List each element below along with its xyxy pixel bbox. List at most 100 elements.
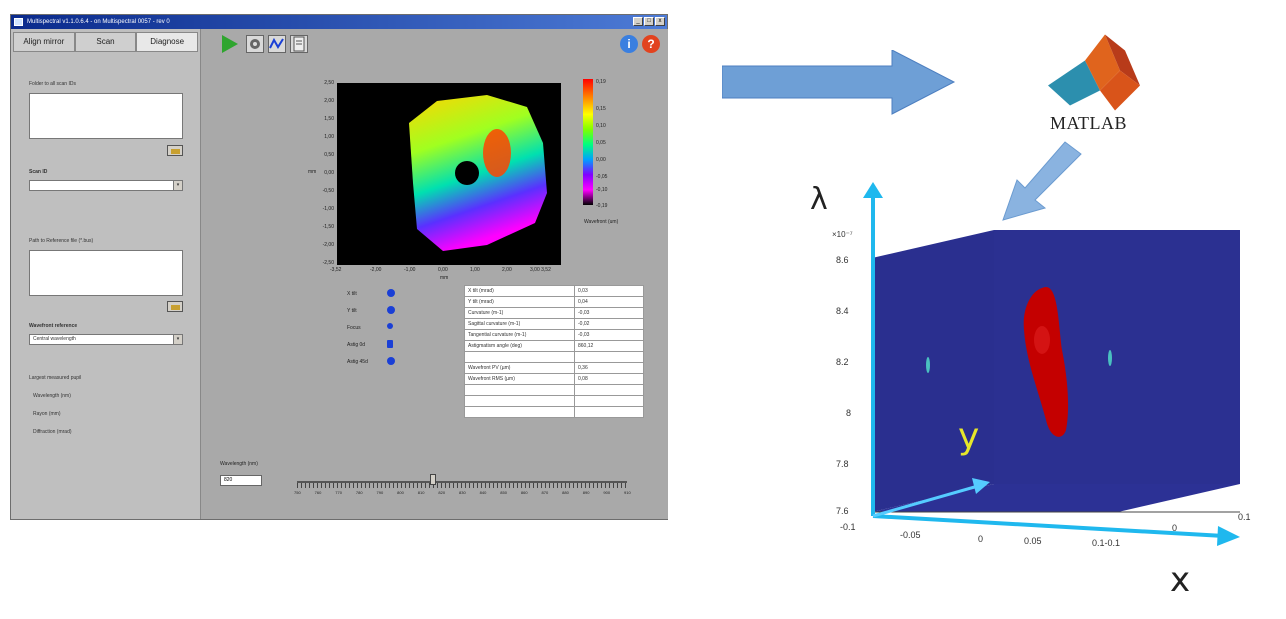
indicator-label: X tilt [347,291,357,297]
slider-tick-label: 900 [603,490,611,495]
wavelength-value: 820 [224,477,233,483]
table-row: Curvature (m-1) -0,03 [464,307,644,319]
tab-diagnose[interactable]: Diagnose [136,32,199,52]
slider-tick-label: 890 [582,490,590,495]
astig-0-indicator [387,340,393,348]
y-tick: 0,00 [324,170,334,176]
play-icon [222,35,238,53]
tab-align-mirror[interactable]: Align mirror [13,32,75,52]
table-cell-value: 0,08 [574,373,644,385]
folder-textbox[interactable] [29,93,183,139]
maximize-button[interactable]: □ [644,17,654,26]
table-cell-value: 0,36 [574,362,644,374]
indicator-label: Focus [347,325,361,331]
wavelength-slider-knob[interactable] [430,474,436,485]
table-cell-value: 0,04 [574,296,644,308]
z-tick: 8.4 [836,306,849,316]
y-tick: 1,00 [324,134,334,140]
table-row: X tilt (mrad) 0,03 [464,285,644,297]
indicator-label: Y tilt [347,308,357,314]
x-tick: 0,00 [438,267,448,273]
chevron-down-icon: ▾ [173,181,182,190]
y-axis-label: mm [308,169,317,175]
slider-tick-label: 760 [314,490,322,495]
colorbar-tick: 0,15 [596,106,606,112]
x-tick: -3,52 [330,267,342,273]
wavefront-ref-select[interactable]: Central wavelength ▾ [29,334,183,345]
tab-scan[interactable]: Scan [74,32,137,52]
lambda-axis-label: λ [810,182,828,217]
table-cell-value [574,406,644,418]
x-tick-3d: 0 [978,534,984,544]
y-tick-3d: 0 [1172,523,1178,533]
x-tick: 3,00 3,52 [530,267,551,273]
flow-arrow [722,50,956,115]
x-tick: -1,00 [404,267,416,273]
colorbar-tick: -0,19 [596,203,608,209]
table-cell-label: Y tilt (mrad) [464,296,575,308]
table-row: Wavefront PV (µm) 0,36 [464,362,644,374]
title-bar: Multispectral v1.1.0.6.4 - on Multispect… [11,15,667,29]
table-row: Astigmatism angle (deg) 860,12 [464,340,644,352]
info-button[interactable]: i [620,35,638,53]
x-tick-3d: 0.1-0.1 [1092,538,1121,548]
slider-tick-label: 800 [397,490,404,495]
wavefront-map [337,83,561,265]
pupil-label: Largest measured pupil [29,375,82,381]
wavefront-ref-value: Central wavelength [33,336,76,342]
slider-tick-label: 860 [520,490,528,495]
camera-tool-button[interactable] [246,35,264,53]
x-tick: 1,00 [470,267,480,273]
table-cell-label [464,395,575,407]
table-cell-value [574,351,644,363]
left-panel: Align mirror Scan Diagnose Folder to all… [11,29,201,519]
colorbar-tick: -0,05 [596,174,608,180]
y-tick: -0,50 [322,188,334,194]
x-tick: 2,00 [502,267,512,273]
folder-browse-button[interactable] [167,145,183,156]
y-tick: 2,50 [324,80,334,86]
table-row [464,351,644,363]
table-row: Y tilt (mrad) 0,04 [464,296,644,308]
help-button[interactable]: ? [642,35,660,53]
run-button[interactable] [222,35,240,53]
y-tick: 1,50 [324,116,334,122]
reference-browse-button[interactable] [167,301,183,312]
app-icon [14,18,23,26]
colorbar-tick: 0,00 [596,157,606,163]
table-cell-label: Curvature (m-1) [464,307,575,319]
results-table: X tilt (mrad) 0,03 Y tilt (mrad) 0,04 Curvat… [464,285,644,418]
wavelength-input[interactable]: 820 [220,475,262,486]
minimize-button[interactable]: _ [633,17,643,26]
close-button[interactable]: x [655,17,665,26]
waveform-icon [269,37,284,49]
table-row [464,384,644,396]
z-tick: 8 [846,408,852,418]
x-tilt-indicator [387,289,395,297]
scan-id-select[interactable]: ▾ [29,180,183,191]
y-tick: -1,00 [322,206,334,212]
reference-textbox[interactable] [29,250,183,296]
colorbar-tick: -0,10 [596,187,608,193]
table-cell-value: -0,03 [574,307,644,319]
graph-tool-button[interactable] [268,35,286,53]
report-tool-button[interactable] [290,35,308,53]
y-axis-label-3d: y [958,416,980,457]
colorbar-tick: 0,05 [596,140,606,146]
table-cell-label: Astigmatism angle (deg) [464,340,575,352]
table-cell-value: 0,03 [574,285,644,297]
scan-id-label: Scan ID [29,169,48,175]
wavefront-map-image [409,95,547,251]
slider-tick-label: 880 [562,490,569,495]
table-cell-value: -0,02 [574,318,644,330]
folder-label: Folder to all scan IDs [29,81,76,87]
table-row: Sagittal curvature (m-1) -0,02 [464,318,644,330]
wavelength-label: Wavelength (nm) [220,461,258,467]
z-tick: 7.6 [836,506,849,516]
x-axis-label-3d: x [1170,560,1191,600]
chevron-down-icon: ▾ [173,335,182,344]
y-tick: -2,00 [322,242,334,248]
focus-indicator [387,323,393,329]
z-tick: 7.8 [836,459,849,469]
y-tick: -2,50 [322,260,334,266]
